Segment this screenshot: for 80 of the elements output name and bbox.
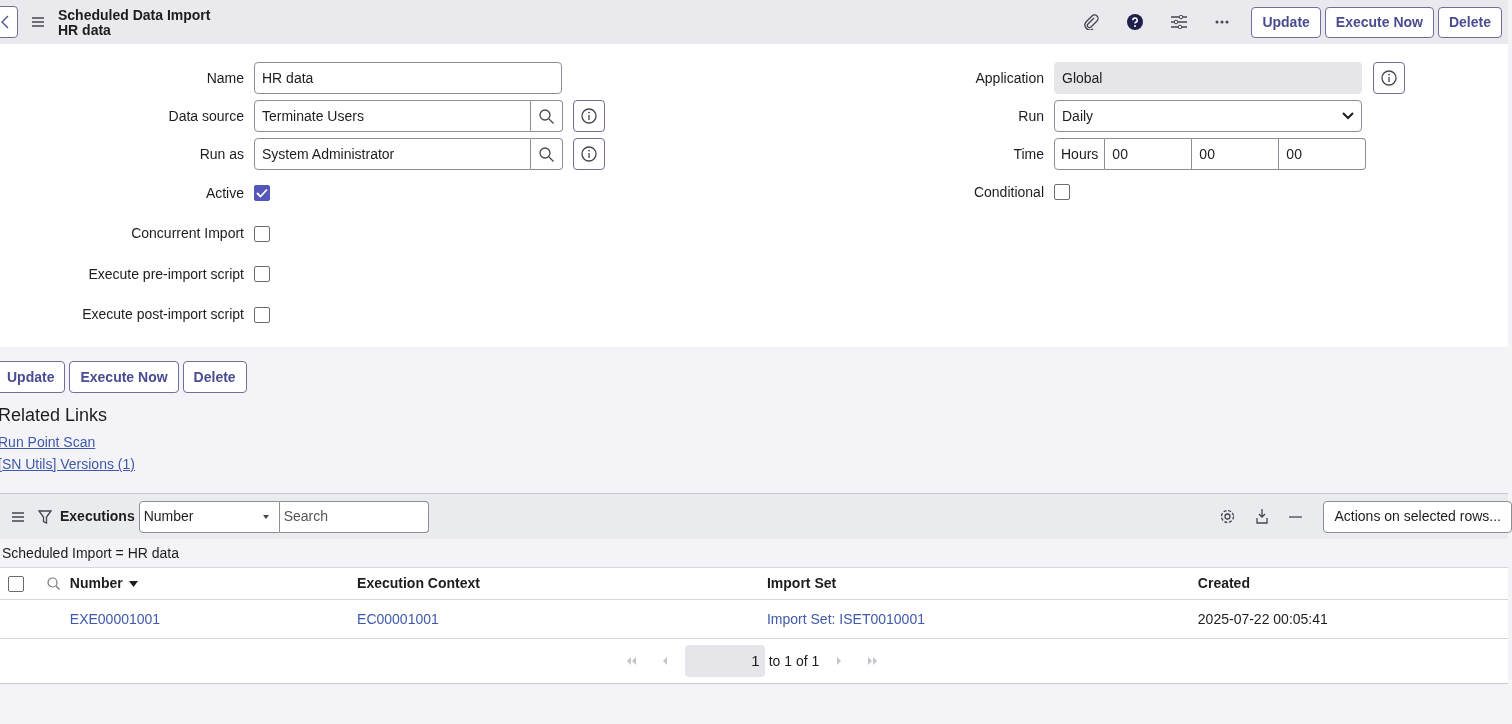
- field-label: Concurrent Import: [130, 224, 245, 244]
- table-link[interactable]: EXE00001001: [69, 610, 161, 627]
- record-name: HR data: [58, 22, 112, 37]
- field-label: Run as: [198, 144, 245, 164]
- placeholder-text: Search: [283, 507, 329, 526]
- readonly-field: Global: [1054, 62, 1362, 94]
- field-label: Active: [204, 183, 245, 203]
- check-icon: [256, 188, 268, 199]
- search-field[interactable]: Search: [279, 500, 429, 533]
- select-field[interactable]: Daily: [1054, 100, 1362, 132]
- column-header[interactable]: Number: [69, 573, 138, 594]
- info-icon: [1381, 70, 1397, 86]
- table-cell: 2025-07-22 00:05:41: [1197, 610, 1328, 627]
- search-button[interactable]: [531, 100, 563, 132]
- search-icon: [539, 108, 554, 124]
- sort-descending-icon: [128, 580, 138, 587]
- field-label: Conditional: [972, 182, 1045, 202]
- gear-icon[interactable]: [1220, 509, 1236, 524]
- form-button[interactable]: Update: [0, 361, 66, 393]
- table-link[interactable]: Import Set: ISET0010001: [766, 610, 925, 627]
- field-label: Time: [1012, 144, 1045, 164]
- column-header[interactable]: Execution Context: [357, 573, 480, 594]
- text-field[interactable]: Terminate Users: [254, 100, 531, 132]
- checkbox[interactable]: [254, 306, 270, 323]
- form-button[interactable]: Delete: [182, 361, 247, 393]
- checkbox[interactable]: [254, 266, 270, 283]
- actions-dropdown[interactable]: Actions on selected rows...: [1323, 500, 1512, 533]
- filter-breadcrumb: Scheduled Import = HR data: [2, 543, 180, 563]
- filter-icon[interactable]: [38, 509, 52, 524]
- info-button[interactable]: [573, 138, 605, 170]
- text-field[interactable]: System Administrator: [254, 138, 531, 170]
- time-field[interactable]: 00: [1192, 138, 1280, 170]
- minimize-icon[interactable]: [1289, 515, 1303, 518]
- info-button[interactable]: [573, 100, 605, 132]
- more-icon[interactable]: [1215, 20, 1230, 24]
- select-value: Daily: [1062, 106, 1094, 126]
- header-button[interactable]: Delete: [1437, 6, 1502, 38]
- help-icon[interactable]: [1127, 14, 1144, 30]
- menu-icon[interactable]: [12, 511, 24, 522]
- table-link[interactable]: EC00001001: [357, 610, 439, 627]
- search-icon: [539, 146, 554, 162]
- unit-label: Hours: [1054, 138, 1106, 170]
- list-title: Executions: [60, 507, 135, 526]
- paperclip-icon[interactable]: [1083, 14, 1100, 30]
- search-icon[interactable]: [47, 577, 60, 590]
- time-field[interactable]: 00: [1279, 138, 1367, 170]
- field-label: Application: [974, 68, 1045, 88]
- section-heading: Related Links: [0, 404, 109, 427]
- form-button[interactable]: Execute Now: [69, 361, 179, 393]
- download-icon[interactable]: [1256, 509, 1269, 524]
- field-label: Execute post-import script: [81, 305, 245, 325]
- header-button[interactable]: Execute Now: [1324, 6, 1434, 38]
- column-header[interactable]: Import Set: [766, 573, 837, 594]
- checkbox[interactable]: [8, 575, 24, 592]
- search-field-select[interactable]: Number: [138, 500, 280, 533]
- text-field[interactable]: HR data: [254, 62, 562, 94]
- checkbox[interactable]: [254, 185, 270, 202]
- time-field[interactable]: 00: [1105, 138, 1193, 170]
- checkbox[interactable]: [254, 225, 270, 242]
- info-button[interactable]: [1373, 62, 1405, 94]
- form-title: Scheduled Data Import: [58, 7, 211, 22]
- select-value: Number: [143, 507, 194, 526]
- column-header[interactable]: Created: [1197, 573, 1250, 594]
- field-label: Data source: [167, 106, 245, 126]
- search-button[interactable]: [531, 138, 563, 170]
- header-button[interactable]: Update: [1251, 6, 1321, 38]
- field-label: Name: [205, 68, 245, 88]
- chevron-left-icon: [1, 15, 9, 29]
- related-link[interactable]: Run Point Scan: [0, 431, 1508, 453]
- field-label: Execute pre-import script: [87, 264, 245, 284]
- chevron-down-icon: [1342, 112, 1354, 120]
- sliders-icon[interactable]: [1171, 15, 1188, 29]
- info-icon: [581, 146, 597, 162]
- menu-icon[interactable]: [32, 17, 44, 27]
- info-icon: [581, 108, 597, 124]
- caret-icon: [262, 514, 269, 519]
- field-label: Run: [1017, 106, 1045, 126]
- page-input[interactable]: 1: [684, 645, 765, 677]
- checkbox[interactable]: [1054, 184, 1070, 200]
- page-range: to 1 of 1: [768, 651, 820, 671]
